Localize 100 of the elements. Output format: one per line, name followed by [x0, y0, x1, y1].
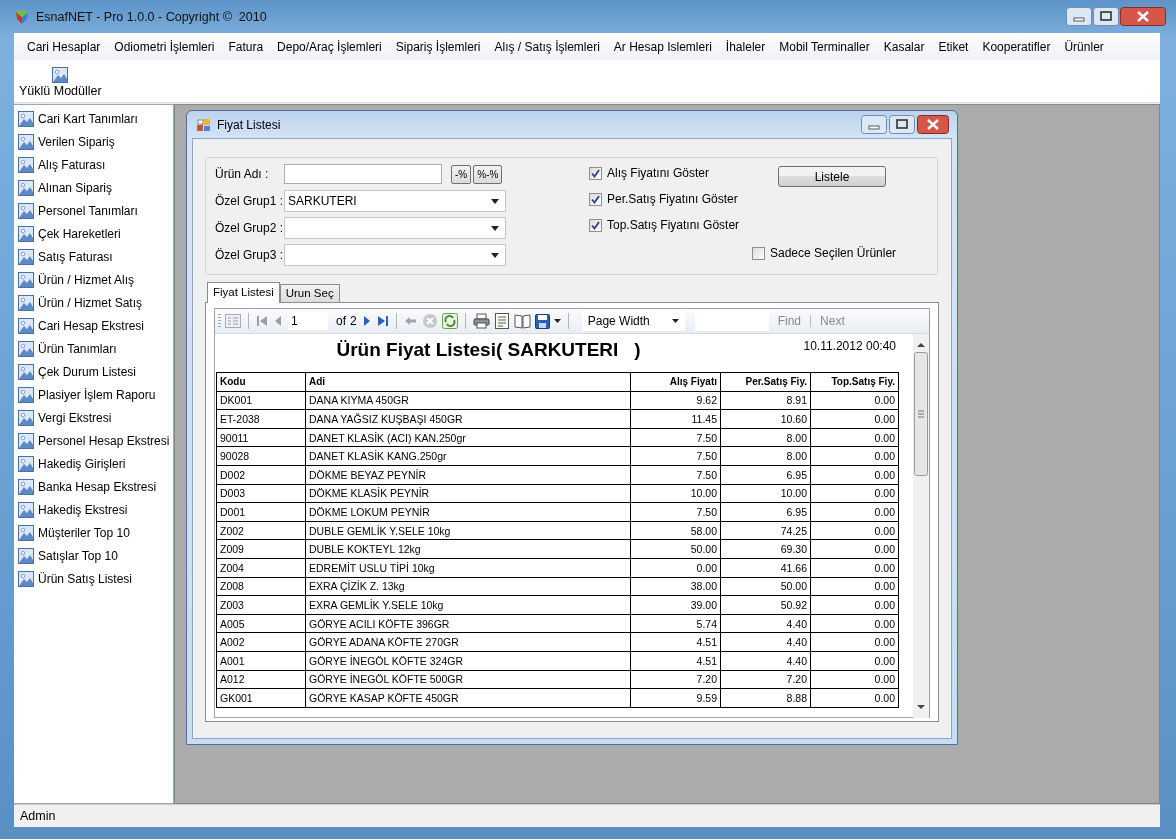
refresh-icon[interactable]: [441, 313, 458, 329]
table-cell: A012: [216, 670, 306, 689]
sidebar-item[interactable]: Verilen Sipariş: [14, 130, 173, 153]
table-cell: EXRA GEMLİK Y.SELE 10kg: [305, 595, 631, 615]
table-cell: 0.00: [810, 446, 899, 466]
caret-icon: [491, 252, 499, 258]
window-title: Fiyat Listesi: [217, 117, 281, 132]
image-icon: [18, 455, 34, 472]
sidebar-item[interactable]: Cari Kart Tanımları: [14, 107, 173, 130]
form-icon: [197, 117, 211, 132]
checkbox-label: Alış Fiyatını Göster: [607, 166, 710, 180]
sidebar-item[interactable]: Alış Faturası: [14, 153, 173, 176]
table-cell: Z008: [216, 577, 306, 596]
save-icon[interactable]: [534, 313, 550, 329]
menu-item[interactable]: Alış / Satış İşlemleri: [487, 37, 607, 56]
image-icon: [18, 501, 34, 518]
zoom-dropdown[interactable]: Page Width: [581, 311, 685, 331]
field-label: Ürün Adı :: [215, 167, 270, 181]
printer-icon[interactable]: [472, 313, 490, 329]
tab[interactable]: Urun Seç: [279, 284, 340, 302]
menu-item[interactable]: Mobil Terminaller: [772, 37, 877, 56]
table-cell: 0.00: [810, 409, 899, 429]
image-icon: [18, 294, 34, 311]
pattern-button[interactable]: -%: [451, 164, 472, 184]
dropdown[interactable]: SARKUTERI: [284, 190, 506, 212]
table-cell: DUBLE GEMLİK Y.SELE 10kg: [305, 521, 631, 540]
sidebar-item[interactable]: Satış Faturası: [14, 245, 173, 268]
sidebar-item[interactable]: Ürün / Hizmet Satış: [14, 291, 173, 314]
menu-item[interactable]: Odiometri İşlemleri: [107, 37, 222, 56]
table-cell: 8.00: [720, 428, 811, 447]
image-icon: [18, 570, 34, 587]
page-number-field[interactable]: 1: [288, 312, 328, 330]
sidebar-item[interactable]: Çek Hareketleri: [14, 222, 173, 245]
minimize-button[interactable]: [861, 115, 887, 134]
print-layout-icon[interactable]: [493, 313, 510, 329]
page-setup-icon[interactable]: [513, 313, 531, 329]
menu-item[interactable]: Fatura: [221, 37, 271, 56]
sidebar-item[interactable]: Çek Durum Listesi: [14, 360, 173, 383]
table-cell: DANET KLASİK KANG.250gr: [305, 446, 631, 466]
checkbox[interactable]: [589, 192, 602, 206]
caret-icon[interactable]: [553, 319, 561, 323]
checkbox[interactable]: [589, 166, 602, 180]
table-cell: 0.00: [810, 577, 899, 596]
menu-item[interactable]: Depo/Araç İşlemleri: [270, 37, 389, 56]
sidebar-item[interactable]: Hakediş Girişleri: [14, 452, 173, 475]
maximize-button[interactable]: [889, 115, 915, 134]
minimize-button[interactable]: [1066, 7, 1092, 26]
menu-item[interactable]: İhaleler: [718, 37, 773, 56]
menu-item[interactable]: Cari Hesaplar: [20, 37, 108, 56]
sidebar-item[interactable]: Ürün Tanımları: [14, 337, 173, 360]
report-date: 10.11.2012 00:40: [802, 339, 897, 353]
table-cell: D002: [216, 465, 306, 485]
image-icon: [18, 478, 34, 495]
list-button[interactable]: Listele: [778, 166, 886, 187]
sidebar-item[interactable]: Cari Hesap Ekstresi: [14, 314, 173, 337]
pattern-button[interactable]: %-%: [473, 164, 503, 184]
image-icon: [18, 340, 34, 357]
menu-item[interactable]: Ar Hesap Islemleri: [606, 37, 719, 56]
close-button[interactable]: [917, 115, 949, 134]
sidebar-item[interactable]: Vergi Ekstresi: [14, 406, 173, 429]
sidebar-item[interactable]: Alınan Sipariş: [14, 176, 173, 199]
toolbar-button[interactable]: Yüklü Modüller: [19, 67, 102, 98]
table-cell: A002: [216, 632, 306, 652]
checkbox[interactable]: [752, 246, 765, 260]
sidebar-item[interactable]: Ürün / Hizmet Alış: [14, 268, 173, 291]
menu-item[interactable]: Etiket: [931, 37, 976, 56]
table-cell: DÖKME LOKUM PEYNİR: [305, 502, 631, 522]
table-cell: 7.50: [630, 446, 721, 466]
menu-item[interactable]: Kasalar: [876, 37, 932, 56]
column-header: Top.Satış Fiy.: [810, 372, 899, 392]
table-cell: A001: [216, 651, 306, 670]
image-icon: [18, 133, 34, 150]
table-cell: 7.50: [630, 502, 721, 522]
menu-item[interactable]: Ürünler: [1057, 37, 1111, 56]
table-cell: 0.00: [810, 670, 899, 689]
sidebar-item[interactable]: Plasiyer İşlem Raporu: [14, 383, 173, 406]
sidebar-item[interactable]: Personel Hesap Ekstresi: [14, 429, 173, 452]
table-cell: 39.00: [630, 595, 721, 615]
table-cell: DANA YAĞSIZ KUŞBAŞI 450GR: [305, 409, 631, 429]
sidebar-item[interactable]: Banka Hesap Ekstresi: [14, 475, 173, 498]
sidebar-item[interactable]: Satışlar Top 10: [14, 544, 173, 567]
maximize-button[interactable]: [1093, 7, 1119, 26]
field-label: Özel Grup3 :: [215, 248, 284, 262]
status-user: Admin: [20, 809, 56, 823]
close-button[interactable]: [1120, 7, 1166, 26]
table-cell: 6.95: [720, 465, 811, 485]
sidebar-item[interactable]: Personel Tanımları: [14, 199, 173, 222]
image-icon: [18, 317, 34, 334]
checkbox[interactable]: [589, 218, 602, 232]
vertical-scrollbar[interactable]: [913, 334, 929, 718]
sidebar-item[interactable]: Hakediş Ekstresi: [14, 498, 173, 521]
menu-item[interactable]: Kooperatifler: [975, 37, 1058, 56]
sidebar-item[interactable]: Ürün Satış Listesi: [14, 567, 173, 590]
table-cell: 0.00: [810, 391, 899, 410]
table-cell: 38.00: [630, 577, 721, 596]
tab[interactable]: Fiyat Listesi: [207, 282, 280, 303]
input-field[interactable]: [284, 164, 442, 184]
last-page-icon[interactable]: [376, 315, 389, 327]
sidebar-item[interactable]: Müşteriler Top 10: [14, 521, 173, 544]
menu-item[interactable]: Sipariş İşlemleri: [388, 37, 488, 56]
